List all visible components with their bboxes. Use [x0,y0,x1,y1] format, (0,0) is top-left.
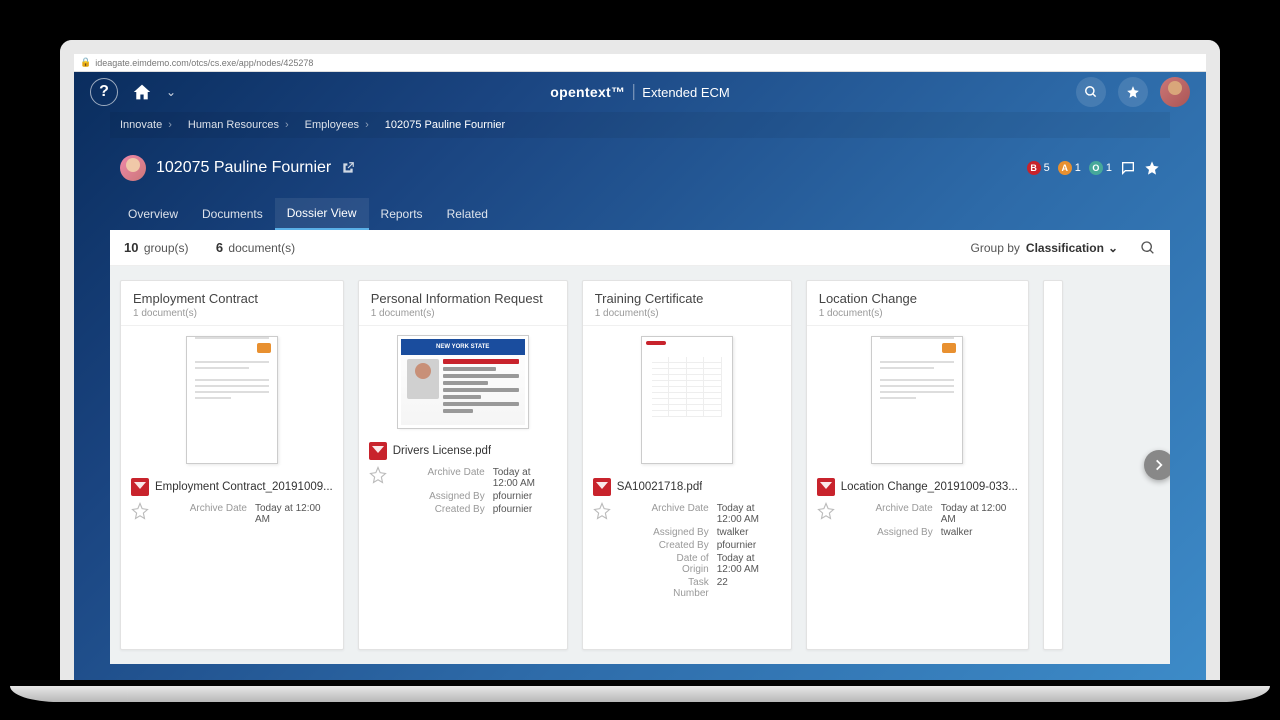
scroll-next-button[interactable] [1144,450,1170,480]
meta-label: Assigned By [651,527,709,538]
meta-value: twalker [941,527,973,538]
open-external-icon[interactable] [341,161,355,175]
tab-related[interactable]: Related [435,198,500,230]
group-card: Training Certificate 1 document(s) SA100… [582,280,792,650]
favorite-star-icon[interactable] [1144,160,1160,176]
pdf-icon [593,478,611,496]
document-thumbnail[interactable] [807,326,1028,474]
dossier-groups: Employment Contract 1 document(s) Employ… [110,266,1170,664]
group-card: Employment Contract 1 document(s) Employ… [120,280,344,650]
meta-value: pfournier [493,504,532,515]
workspace-title: 102075 Pauline Fournier [156,159,331,177]
workspace-avatar [120,155,146,181]
favorite-toggle[interactable] [131,502,149,520]
group-title: Employment Contract [133,291,331,306]
help-button[interactable]: ? [90,78,118,106]
group-doc-count: 1 document(s) [819,308,1016,319]
meta-label: Task Number [651,577,709,599]
badge-a[interactable]: A1 [1058,161,1081,175]
crumb-hr[interactable]: Human Resources [178,119,279,131]
tab-documents[interactable]: Documents [190,198,275,230]
meta-label: Archive Date [427,467,485,489]
group-doc-count: 1 document(s) [371,308,555,319]
global-search-button[interactable] [1076,77,1106,107]
meta-value: 22 [717,577,728,599]
badge-o[interactable]: O1 [1089,161,1112,175]
meta-label: Date of Origin [651,553,709,575]
document-name[interactable]: Employment Contract_20191009... [155,481,333,493]
meta-value: pfournier [493,491,532,502]
meta-value: Today at 12:00 AM [941,503,1008,525]
document-thumbnail[interactable]: NEW YORK STATE [359,326,567,438]
workspace-header: 102075 Pauline Fournier B5 A1 O1 [110,138,1170,198]
breadcrumb: Innovate› Human Resources› Employees› 10… [110,112,1170,138]
pdf-icon [131,478,149,496]
meta-label: Assigned By [875,527,933,538]
search-icon[interactable] [1140,240,1156,256]
meta-value: Today at 12:00 AM [717,503,771,525]
view-toolbar: 10 group(s) 6 document(s) Group by Class… [110,230,1170,266]
top-bar: ? ⌄ opentext™ Extended ECM [74,72,1206,112]
tab-overview[interactable]: Overview [116,198,190,230]
workspace-tabs: Overview Documents Dossier View Reports … [110,198,1170,230]
home-button[interactable] [132,83,152,101]
pdf-icon [369,442,387,460]
tab-dossier-view[interactable]: Dossier View [275,198,369,230]
crumb-employees[interactable]: Employees [295,119,359,131]
chevron-down-icon: ⌄ [1108,241,1118,255]
pdf-icon [817,478,835,496]
user-avatar[interactable] [1160,77,1190,107]
document-thumbnail[interactable] [121,326,343,474]
meta-value: twalker [717,527,749,538]
document-name[interactable]: Drivers License.pdf [393,445,491,457]
favorite-toggle[interactable] [593,502,611,520]
meta-value: Today at 12:00 AM [717,553,771,575]
meta-label: Created By [651,540,709,551]
lock-icon: 🔒 [80,57,91,68]
meta-label: Assigned By [427,491,485,502]
group-title: Training Certificate [595,291,779,306]
meta-value: pfournier [717,540,756,551]
group-card: Location Change 1 document(s) Location C… [806,280,1029,650]
badge-b[interactable]: B5 [1027,161,1050,175]
document-thumbnail[interactable] [583,326,791,474]
meta-label: Archive Date [189,503,247,525]
url-text: ideagate.eimdemo.com/otcs/cs.exe/app/nod… [95,58,313,68]
meta-label: Archive Date [651,503,709,525]
favorite-toggle[interactable] [369,466,387,484]
group-doc-count: 1 document(s) [595,308,779,319]
favorite-toggle[interactable] [817,502,835,520]
group-title: Personal Information Request [371,291,555,306]
group-title: Location Change [819,291,1016,306]
group-card: Personal Information Request 1 document(… [358,280,568,650]
group-doc-count: 1 document(s) [133,308,331,319]
groupby-label: Group by [971,241,1020,255]
document-name[interactable]: SA10021718.pdf [617,481,703,493]
brand-logo: opentext™ [550,84,625,100]
crumb-innovate[interactable]: Innovate [110,119,162,131]
product-name: Extended ECM [642,85,729,100]
meta-label: Archive Date [875,503,933,525]
breadcrumb-dropdown-button[interactable]: ⌄ [166,85,176,99]
groupby-dropdown[interactable]: Classification ⌄ [1026,241,1118,255]
comments-icon[interactable] [1120,160,1136,176]
meta-value: Today at 12:00 AM [493,467,547,489]
brand: opentext™ Extended ECM [550,84,729,100]
favorites-button[interactable] [1118,77,1148,107]
meta-label: Created By [427,504,485,515]
meta-value: Today at 12:00 AM [255,503,323,525]
tab-reports[interactable]: Reports [369,198,435,230]
group-card-peek [1043,280,1063,650]
document-name[interactable]: Location Change_20191009-033... [841,481,1018,493]
browser-address-bar: 🔒 ideagate.eimdemo.com/otcs/cs.exe/app/n… [74,54,1206,72]
crumb-current: 102075 Pauline Fournier [375,119,505,131]
